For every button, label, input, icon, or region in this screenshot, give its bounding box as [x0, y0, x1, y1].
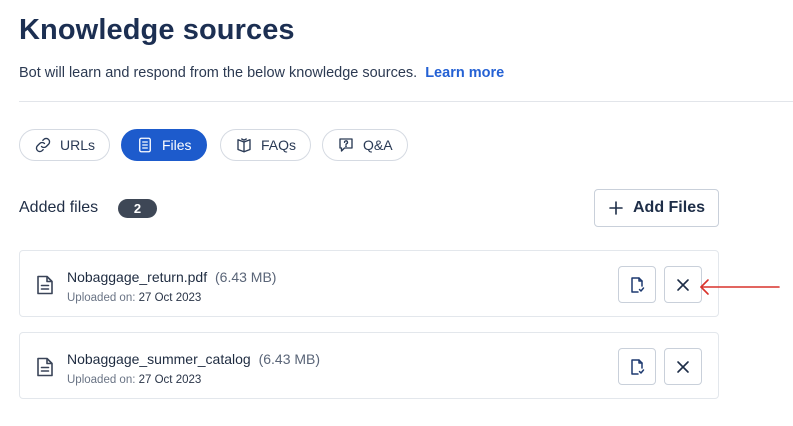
annotation-arrow-icon — [700, 279, 780, 295]
book-icon — [237, 138, 251, 153]
file-icon — [37, 275, 53, 295]
uploaded-date: 27 Oct 2023 — [138, 292, 202, 304]
tab-label: FAQs — [261, 137, 297, 153]
header-divider — [19, 101, 793, 102]
close-icon — [677, 278, 689, 291]
tab-label: Q&A — [363, 137, 393, 153]
close-icon — [677, 360, 689, 373]
subtitle-text: Bot will learn and respond from the belo… — [19, 65, 418, 81]
file-name-row: Nobaggage_return.pdf (6.43 MB) — [67, 269, 276, 285]
file-view-button[interactable] — [618, 348, 656, 385]
tab-label: Files — [162, 137, 192, 153]
file-check-icon — [631, 276, 645, 293]
learn-more-link[interactable]: Learn more — [425, 65, 504, 81]
uploaded-label: Uploaded on: — [67, 374, 136, 386]
file-size: (6.43 MB) — [258, 351, 321, 367]
uploaded-label: Uploaded on: — [67, 292, 136, 304]
add-files-button[interactable]: Add Files — [594, 189, 719, 227]
file-card: Nobaggage_summer_catalog (6.43 MB) Uploa… — [19, 332, 719, 399]
tab-urls[interactable]: URLs — [19, 129, 111, 161]
document-icon — [139, 137, 151, 153]
file-name: Nobaggage_summer_catalog — [67, 351, 251, 367]
added-files-label: Added files — [19, 199, 99, 216]
file-size: (6.43 MB) — [215, 269, 277, 285]
page-title: Knowledge sources — [19, 14, 295, 46]
file-check-icon — [631, 358, 645, 375]
chat-question-icon — [339, 138, 353, 152]
file-view-button[interactable] — [618, 266, 656, 303]
file-count-badge: 2 — [118, 199, 157, 218]
file-card: Nobaggage_return.pdf (6.43 MB) Uploaded … — [19, 250, 719, 317]
link-icon — [35, 137, 51, 153]
file-upload-date: Uploaded on: 27 Oct 2023 — [67, 374, 201, 386]
tab-label: URLs — [60, 137, 96, 153]
add-files-label: Add Files — [632, 199, 705, 216]
tab-faqs[interactable]: FAQs — [220, 129, 312, 161]
plus-icon — [609, 201, 623, 215]
tab-files[interactable]: Files — [121, 129, 207, 161]
file-name: Nobaggage_return.pdf — [67, 269, 208, 285]
uploaded-date: 27 Oct 2023 — [138, 374, 202, 386]
file-upload-date: Uploaded on: 27 Oct 2023 — [67, 292, 201, 304]
file-name-row: Nobaggage_summer_catalog (6.43 MB) — [67, 351, 320, 367]
tab-qa[interactable]: Q&A — [322, 129, 408, 161]
file-remove-button[interactable] — [664, 348, 702, 385]
file-icon — [37, 357, 53, 377]
page-subtitle: Bot will learn and respond from the belo… — [19, 65, 504, 81]
